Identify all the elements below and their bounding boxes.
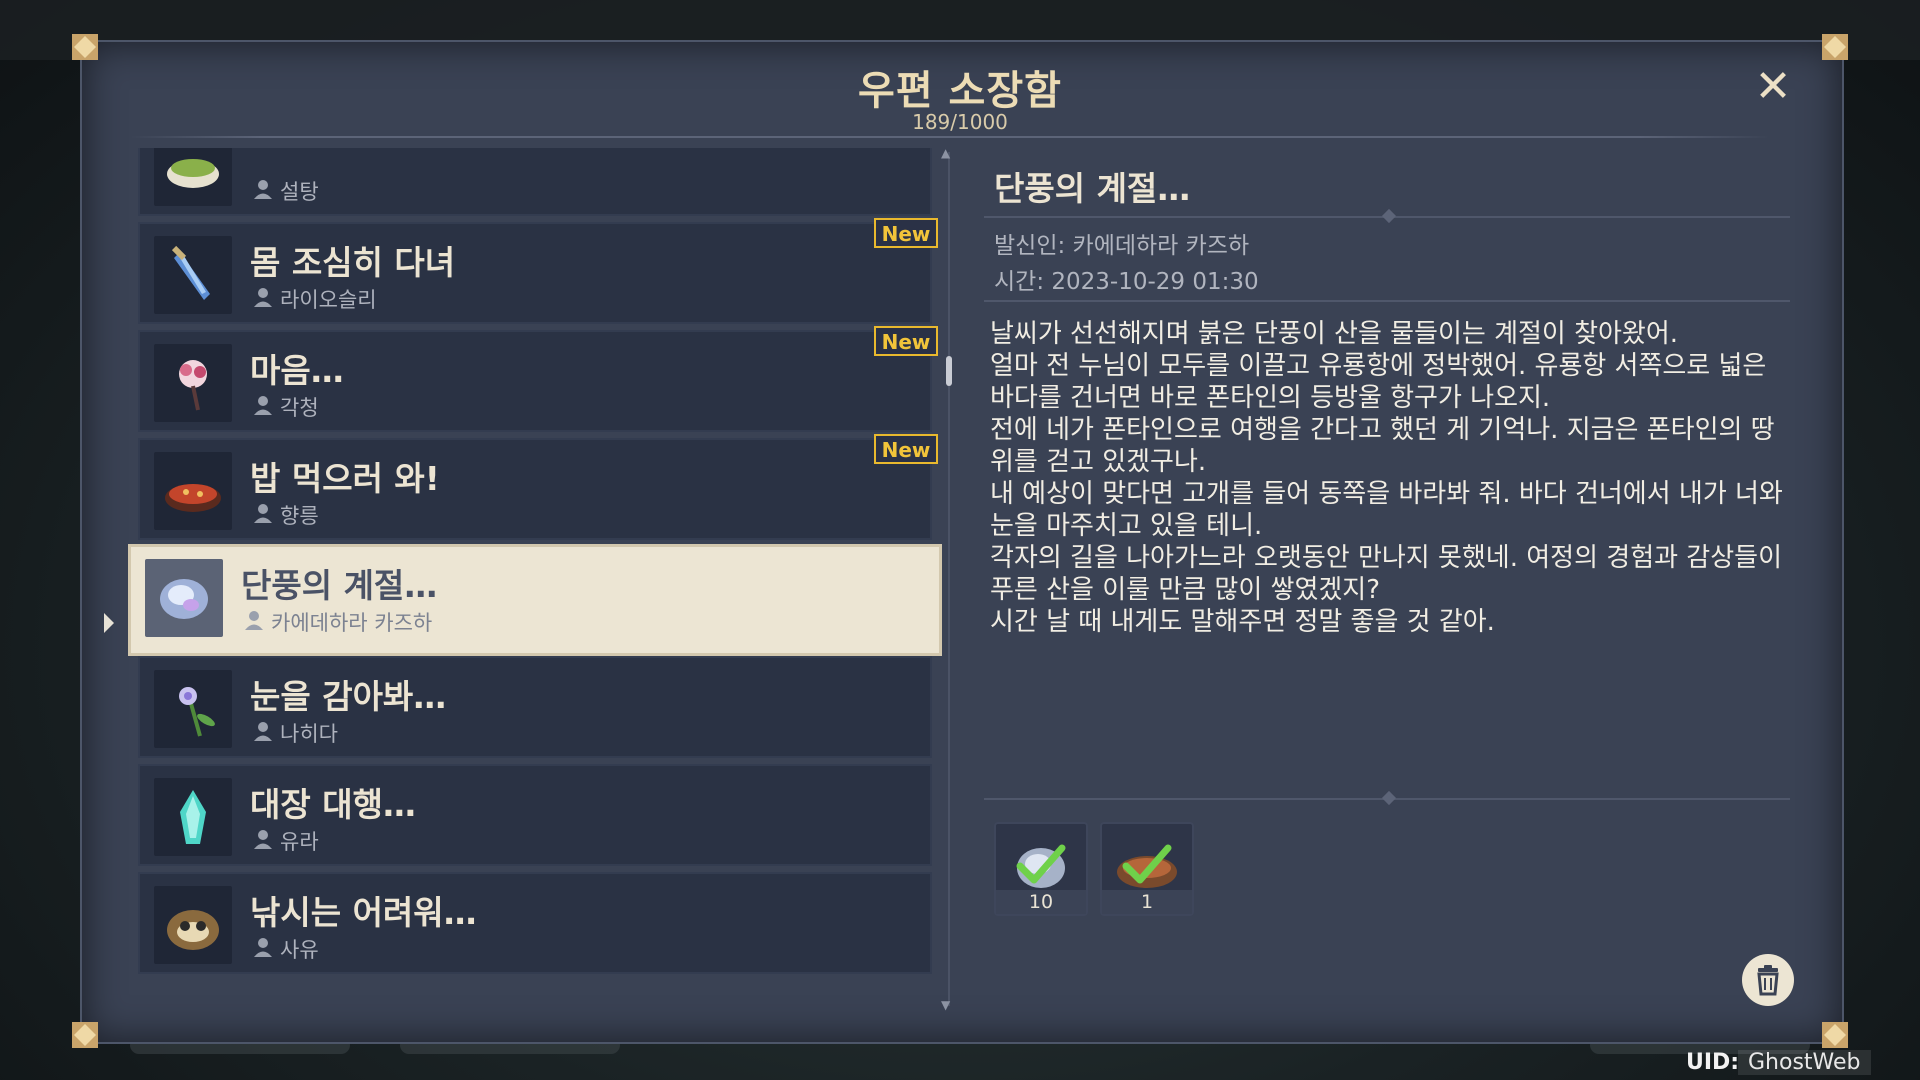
new-badge: New [874,434,938,464]
uid-value: GhostWeb [1738,1050,1871,1075]
person-icon [252,178,274,200]
mail-subject: 단풍의 계절… [241,566,438,605]
mailbox-title: 우편 소장함 [858,68,1062,114]
mail-sender-name: 카에데하라 카즈하 [271,611,433,635]
mail-item[interactable]: 눈을 감아봐… 나히다 [138,656,932,758]
mail-list[interactable]: 설탕몸 조심히 다녀라이오슬리 New 마음… 각청 New 밥 먹으러 와! 향릉 New 단… [126,148,942,1014]
flower-icon [154,670,232,748]
scroll-down-icon[interactable]: ▼ [941,998,950,1012]
crystal-core-icon [145,559,223,637]
attachment-quantity: 1 [1102,890,1192,914]
new-badge: New [874,218,938,248]
mail-time: 시간: 2023-10-29 01:30 [994,269,1259,295]
mail-sender: 발신인: 카에데하라 카즈하 [994,233,1250,259]
mail-subject: 낚시는 어려워… [250,893,477,932]
person-icon [252,720,274,742]
mail-body-line: 내 예상이 맞다면 고개를 들어 동쪽을 바라봐 줘. 바다 건너에서 내가 너… [990,479,1783,509]
mail-body-line: 푸른 산을 이룰 만큼 많이 쌓였겠지? [990,575,1381,605]
close-button[interactable]: ✕ [1752,65,1794,109]
person-icon [243,609,265,631]
mail-item[interactable]: 대장 대행… 유라 [138,764,932,866]
mail-body-line: 얼마 전 누님이 모두를 이끌고 유룡항에 정박했어. 유룡항 서쪽으로 넓은 [990,351,1767,381]
mail-body-line: 각자의 길을 나아가느라 오랫동안 만나지 못했네. 여정의 경험과 감상들이 [990,543,1782,573]
attachment-quantity: 10 [996,890,1086,914]
ice-crystal-icon [154,778,232,856]
mail-subject: 밥 먹으러 와! [250,459,440,498]
mail-body-line: 눈을 마주치고 있을 테니. [990,511,1263,541]
scrollbar-thumb[interactable] [946,356,952,386]
flower-bouquet-icon [154,344,232,422]
mail-subject: 몸 조심히 다녀 [250,243,456,282]
header-divider [130,136,1770,138]
tanuki-icon [154,886,232,964]
mail-body: 날씨가 선선해지며 붉은 단풍이 산을 물들이는 계절이 찾아왔어. 얼마 전 누… [990,318,1790,638]
crystal-dagger-icon [154,236,232,314]
person-icon [252,394,274,416]
mail-subject: 마음… [250,351,344,390]
attachment-item[interactable]: 1 [1100,822,1194,916]
detail-divider [984,300,1790,302]
mail-sender-name: 라이오슬리 [280,288,377,312]
mail-sender-name: 사유 [280,938,319,962]
food-bowl-icon [154,148,232,206]
mail-sender-name: 각청 [280,396,319,420]
mail-subject: 대장 대행… [250,785,416,824]
delete-button[interactable] [1742,954,1794,1006]
scrollbar-track[interactable] [948,152,950,1006]
mail-body-line: 전에 네가 폰타인으로 여행을 간다고 했던 게 기억나. 지금은 폰타인의 땅 [990,415,1775,445]
mail-sender-name: 향릉 [280,504,319,528]
spicy-dish-icon [154,452,232,530]
scroll-up-icon[interactable]: ▲ [941,146,950,160]
mail-detail-title: 단풍의 계절… [994,169,1191,208]
attachment-item[interactable]: 10 [994,822,1088,916]
mail-subject: 눈을 감아봐… [250,677,447,716]
person-icon [252,828,274,850]
mail-body-line: 날씨가 선선해지며 붉은 단풍이 산을 물들이는 계절이 찾아왔어. [990,319,1679,349]
mail-item[interactable]: 몸 조심히 다녀라이오슬리 New [138,218,938,324]
mail-sender-name: 설탕 [280,180,319,204]
mail-body-line: 시간 날 때 내게도 말해주면 정말 좋을 것 같아. [990,607,1495,637]
mail-count: 189/1000 [912,110,1008,134]
mail-item[interactable]: 밥 먹으러 와! 향릉 New [138,434,938,540]
person-icon [252,286,274,308]
trash-icon [1757,965,1779,996]
mail-item[interactable]: 낚시는 어려워… 사유 [138,872,932,974]
new-badge: New [874,326,938,356]
corner-ornament-icon [68,1018,102,1052]
mail-sender-name: 나히다 [280,722,338,746]
mail-item-selected[interactable]: 단풍의 계절… 카에데하라 카즈하 [128,544,942,656]
mail-sender-name: 유라 [280,830,319,854]
mail-body-line: 바다를 건너면 바로 폰타인의 등방울 항구가 나오지. [990,383,1551,413]
mail-item[interactable]: 마음… 각청 New [138,326,938,432]
corner-ornament-icon [1818,1018,1852,1052]
person-icon [252,936,274,958]
uid-label: UID: [1686,1050,1740,1075]
mail-item[interactable]: 설탕 [138,148,932,216]
person-icon [252,502,274,524]
selection-arrow-icon [104,613,114,633]
mail-body-line: 위를 걷고 있겠구나. [990,447,1207,477]
